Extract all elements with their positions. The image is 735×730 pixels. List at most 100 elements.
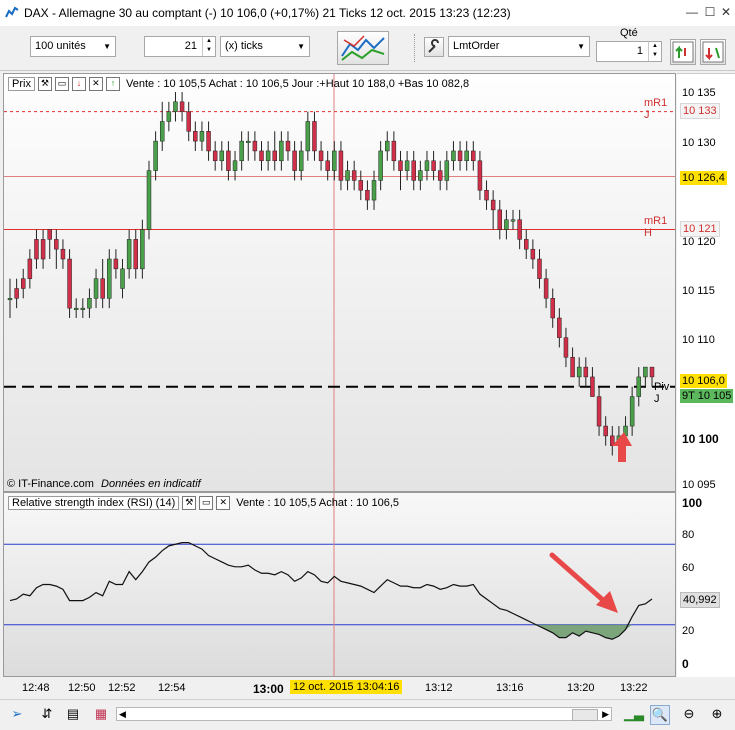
stepper-arrows-icon[interactable]: ▲ ▼: [648, 42, 661, 61]
bottom-toolbar: ➢ ⇵ ▤ ▦ ◀ ▶ ▁▃ 🔍 ⊖ ⊕: [0, 699, 735, 730]
candle-body: [385, 140, 390, 152]
crosshair-price-tag: 10 126,4: [680, 171, 727, 185]
rsi-axis: 100 80 60 40,992 20 0: [677, 492, 735, 677]
candle-body: [404, 160, 410, 171]
price-plot-area[interactable]: [4, 74, 675, 491]
rsi-value-tag: 40,992: [680, 592, 720, 608]
time-tick: 12:52: [108, 682, 136, 694]
candle-body: [550, 298, 555, 319]
zoom-auto-icon[interactable]: 🔍: [650, 705, 670, 725]
time-tick: 12:54: [158, 682, 186, 694]
wrench-icon[interactable]: ⚒: [37, 77, 52, 91]
zoom-in-icon[interactable]: ⊕: [708, 705, 726, 723]
candle-body: [643, 366, 648, 378]
scroll-right-icon[interactable]: ▶: [602, 708, 609, 720]
price-tab-label[interactable]: Prix: [8, 77, 35, 91]
rsi-chart[interactable]: [4, 493, 675, 676]
compare-icon[interactable]: ⇵: [38, 705, 56, 723]
wrench-icon[interactable]: ⚒: [182, 496, 197, 510]
price-chart[interactable]: [4, 74, 675, 491]
candle-body: [636, 376, 641, 397]
buy-arrow-icon[interactable]: ↑: [105, 77, 120, 91]
candle-body: [252, 140, 258, 152]
rsi-tick: 0: [682, 657, 689, 671]
window-icon[interactable]: ▭: [199, 496, 214, 510]
candle-body: [398, 160, 403, 171]
candle-body: [239, 140, 244, 162]
last-price-tag: 10 106,0: [680, 374, 727, 388]
app-icon: [5, 5, 19, 19]
candle-body: [444, 160, 450, 181]
level-tag-mr1j: 10 133: [680, 103, 720, 119]
navigate-icon[interactable]: ➢: [8, 705, 26, 723]
list-icon[interactable]: ▤: [64, 705, 82, 723]
close-icon[interactable]: ✕: [718, 5, 734, 19]
wrench-button[interactable]: [424, 37, 444, 57]
quantity-select[interactable]: 100 unités ▼: [30, 36, 116, 57]
candle-body: [338, 150, 344, 181]
chart-type-button[interactable]: [337, 31, 389, 65]
title-bar: DAX - Allemagne 30 au comptant (-) 10 10…: [0, 0, 735, 27]
time-tick: 12:48: [22, 682, 50, 694]
candle-body: [226, 150, 231, 171]
candle-body: [80, 307, 86, 310]
ticks-stepper[interactable]: 21 ▲ ▼: [144, 36, 216, 57]
maximize-icon[interactable]: ☐: [702, 5, 718, 19]
price-tick: 10 115: [682, 285, 715, 297]
candle-body: [259, 150, 264, 162]
ticks-unit-value: (x) ticks: [225, 40, 263, 52]
candle-body: [649, 366, 655, 378]
candle-body: [497, 209, 503, 230]
candle-body: [212, 150, 218, 162]
candle-body: [100, 278, 105, 299]
candle-body: [21, 278, 26, 289]
annotation-arrow-up: [612, 432, 632, 462]
price-tick: 10 130: [682, 137, 716, 149]
candle-body: [14, 288, 19, 299]
sell-order-button[interactable]: [700, 39, 726, 65]
candle-body: [524, 239, 529, 250]
layers-icon[interactable]: ▦: [92, 705, 110, 723]
candle-body: [40, 239, 46, 260]
candle-body: [173, 101, 178, 112]
candle-body: [285, 140, 291, 152]
rsi-chart-header: Relative strength index (RSI) (14) ⚒ ▭ ✕ Ve…: [8, 496, 399, 512]
pivot-tag-value: 10 105: [697, 390, 732, 402]
candle-body: [219, 150, 225, 162]
minimize-icon[interactable]: —: [684, 5, 700, 19]
candle-body: [411, 160, 416, 181]
candle-body: [166, 111, 172, 122]
candle-mode-icon[interactable]: ▁▃: [624, 705, 644, 723]
close-panel-icon[interactable]: ✕: [88, 77, 103, 91]
candle-body: [279, 140, 284, 162]
time-tick: 13:22: [620, 682, 648, 694]
rsi-tick: 60: [682, 562, 695, 574]
candle-body: [504, 219, 509, 230]
candle-body: [34, 239, 39, 260]
scroll-left-icon[interactable]: ◀: [119, 708, 126, 720]
candle-body: [206, 131, 211, 152]
scroll-thumb[interactable]: [572, 709, 598, 721]
candle-body: [358, 180, 364, 191]
ticks-unit-select[interactable]: (x) ticks ▼: [220, 36, 310, 57]
candle-body: [87, 298, 92, 309]
chart-type-icon: [341, 35, 385, 61]
buy-order-button[interactable]: [670, 39, 696, 65]
sell-arrow-icon[interactable]: ↓: [71, 77, 86, 91]
time-cursor-label: 12 oct. 2015 13:04:16: [290, 680, 403, 694]
qty-label: Qté: [620, 27, 638, 39]
close-panel-icon[interactable]: ✕: [216, 496, 231, 510]
stepper-arrows-icon[interactable]: ▲ ▼: [202, 37, 215, 56]
quantity-select-value: 100 unités: [35, 40, 86, 52]
order-type-select[interactable]: LmtOrder ▼: [448, 36, 590, 57]
rsi-tick: 80: [682, 529, 695, 541]
candle-body: [305, 121, 311, 152]
price-chart-header: Prix ⚒ ▭ ↓ ✕ ↑ Vente : 10 105,5 Achat : 10 10…: [8, 77, 469, 93]
rsi-plot-area[interactable]: [4, 493, 675, 676]
horizontal-scrollbar[interactable]: ◀ ▶: [116, 707, 612, 721]
window-icon[interactable]: ▭: [54, 77, 69, 91]
zoom-out-icon[interactable]: ⊖: [680, 705, 698, 723]
qty-stepper[interactable]: 1 ▲ ▼: [596, 41, 662, 62]
rsi-tab-label[interactable]: Relative strength index (RSI) (14): [8, 496, 180, 510]
candle-body: [345, 170, 350, 181]
